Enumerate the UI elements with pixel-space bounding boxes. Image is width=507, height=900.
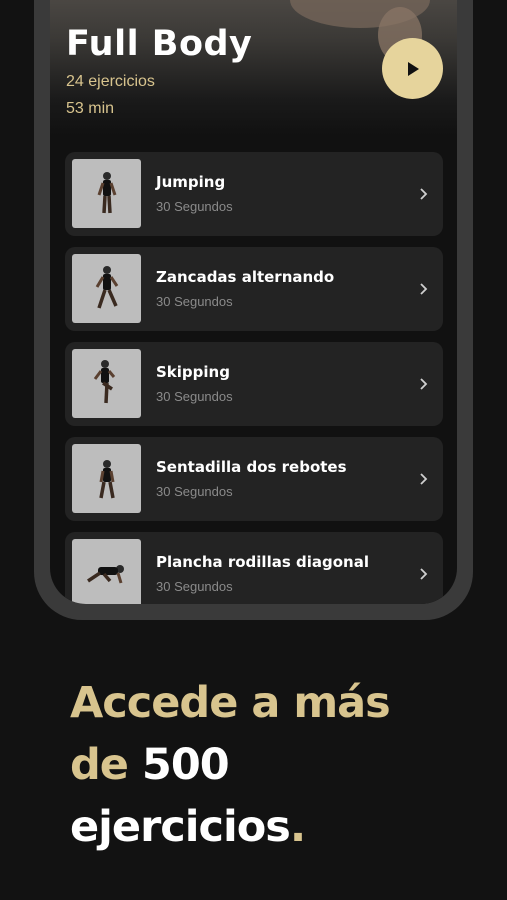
exercise-thumbnail: [72, 254, 141, 323]
exercise-row-skipping[interactable]: Skipping 30 Segundos: [65, 342, 443, 426]
exercise-name: Jumping: [156, 173, 226, 191]
exercise-name: Plancha rodillas diagonal: [156, 553, 369, 571]
chevron-right-icon: [420, 568, 428, 580]
phone-screen: Full Body 24 ejercicios 53 min Jumping 3…: [50, 0, 457, 604]
chevron-right-icon: [420, 473, 428, 485]
chevron-right-icon: [420, 378, 428, 390]
exercise-row-sentadilla[interactable]: Sentadilla dos rebotes 30 Segundos: [65, 437, 443, 521]
exercise-row-zancadas[interactable]: Zancadas alternando 30 Segundos: [65, 247, 443, 331]
headline-line3-text: ejercicios: [70, 802, 291, 852]
workout-title: Full Body: [66, 24, 253, 64]
exercise-duration: 30 Segundos: [156, 484, 233, 499]
phone-frame: Full Body 24 ejercicios 53 min Jumping 3…: [34, 0, 473, 620]
headline-line1: Accede a más: [70, 678, 391, 728]
play-button[interactable]: [382, 38, 443, 99]
play-icon: [407, 61, 419, 76]
exercise-list: Jumping 30 Segundos Zancadas alternando …: [65, 152, 443, 604]
headline-line2-number: 500: [127, 740, 230, 790]
athlete-figure-icon: [97, 172, 117, 214]
exercise-thumbnail: [72, 349, 141, 418]
exercise-duration: 30 Segundos: [156, 389, 233, 404]
chevron-right-icon: [420, 283, 428, 295]
athlete-figure-icon: [93, 360, 116, 404]
promo-headline: Accede a más de 500 ejercicios.: [70, 672, 391, 858]
exercise-duration: 30 Segundos: [156, 294, 233, 309]
exercise-thumbnail: [72, 159, 141, 228]
headline-period: .: [289, 802, 306, 852]
exercise-thumbnail: [72, 444, 141, 513]
athlete-figure-icon: [95, 266, 119, 309]
athlete-figure-icon: [99, 460, 115, 499]
exercise-name: Skipping: [156, 363, 230, 381]
exercise-name: Sentadilla dos rebotes: [156, 458, 347, 476]
exercise-thumbnail: [72, 539, 141, 604]
exercise-row-plancha[interactable]: Plancha rodillas diagonal 30 Segundos: [65, 532, 443, 604]
exercise-duration: 30 Segundos: [156, 199, 233, 214]
exercise-duration: 30 Segundos: [156, 579, 233, 594]
headline-line2-prefix: de: [70, 740, 129, 790]
workout-duration: 53 min: [66, 100, 115, 117]
exercise-count: 24 ejercicios: [66, 73, 155, 90]
chevron-right-icon: [420, 188, 428, 200]
athlete-figure-icon: [87, 565, 124, 584]
exercise-name: Zancadas alternando: [156, 268, 335, 286]
exercise-row-jumping[interactable]: Jumping 30 Segundos: [65, 152, 443, 236]
